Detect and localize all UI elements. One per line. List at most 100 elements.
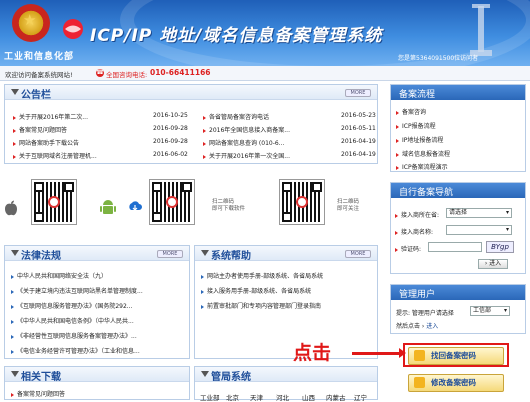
announcement-title: 公告栏	[21, 90, 51, 101]
list-item[interactable]: 《关于建立境内违法互联网站黑名单管理制度...	[11, 286, 143, 295]
click-annotation: 点击	[293, 342, 332, 364]
city-link[interactable]: 工业部	[200, 392, 220, 402]
edit-icon	[414, 377, 425, 388]
flow-title: 备案流程	[399, 90, 436, 100]
isp-province-label: 接入商所在省:	[395, 210, 439, 219]
city-link[interactable]: 山西	[302, 392, 315, 402]
self-nav-header: 自行备案导航	[391, 183, 525, 198]
help-header: 系统帮助 MORE	[195, 246, 377, 262]
list-date: 2016-04-19	[341, 151, 376, 158]
phone-number: 010-66411166	[150, 68, 211, 77]
monument-icon	[470, 4, 492, 56]
laws-panel: 法律法规 MORE 中华人民共和国网络安全法（九） 《关于建立境内违法互联网站黑…	[4, 245, 190, 359]
flow-item[interactable]: 备案咨询	[396, 107, 426, 116]
bureau-title: 管局系统	[211, 372, 251, 383]
announcement-panel: 公告栏 MORE 关于开展2016年第二次... 备案常见问题回答 网站备案助手…	[4, 84, 378, 164]
phone-label: 全国咨询电话:	[106, 71, 148, 79]
globe-icon	[63, 19, 83, 39]
flow-item[interactable]: IP地址报备流程	[396, 135, 443, 144]
list-item[interactable]: 中华人民共和国网络安全法（九）	[11, 271, 107, 280]
user-mgmt-select[interactable]: 工信部	[470, 306, 510, 316]
qr-download-label: 扫二维码 即可下载软件	[212, 199, 246, 212]
list-item[interactable]: 《中华人民共和国电信条例》（中华人民共...	[11, 316, 134, 325]
isp-name-label: 接入商名称:	[395, 227, 433, 236]
list-item[interactable]: 接入服务用手册-部级系统、各省局系统	[201, 286, 311, 295]
qr-code-follow	[279, 179, 325, 225]
downloads-panel: 相关下载 备案常见问题回答	[4, 366, 190, 400]
qr-code-ios	[31, 179, 77, 225]
list-item[interactable]: 关于开展2016年第二次...	[13, 112, 88, 121]
download-icon[interactable]	[128, 200, 142, 214]
chevron-down-icon	[11, 371, 19, 377]
list-item[interactable]: 备案常见问题回答	[11, 389, 65, 398]
chevron-down-icon	[201, 371, 209, 377]
flow-item[interactable]: 域名信息报备流程	[396, 149, 450, 158]
downloads-title: 相关下载	[21, 372, 61, 383]
list-item[interactable]: 2016年全国信息接入商备案...	[203, 125, 290, 134]
more-button[interactable]: MORE	[345, 250, 371, 258]
list-date: 2016-06-02	[153, 151, 188, 158]
city-link[interactable]: 天津	[250, 392, 263, 402]
laws-header: 法律法规 MORE	[5, 246, 189, 262]
list-item[interactable]: 各省管局备案咨询电话	[203, 112, 269, 121]
list-item[interactable]: 《互联网信息服务管理办法》(国务院292...	[11, 301, 133, 310]
more-button[interactable]: MORE	[157, 250, 183, 258]
list-item[interactable]: 《电信业务经营许可管理办法》（工业和信息...	[11, 346, 140, 355]
list-item[interactable]: 网站备案助手下载公告	[13, 138, 79, 147]
list-date: 2016-05-23	[341, 112, 376, 119]
help-title: 系统帮助	[211, 251, 251, 262]
list-item[interactable]: 网站主办者使用手册-部级系统、各省局系统	[201, 271, 323, 280]
site-title: ICP/IP 地址/域名信息备案管理系统	[90, 26, 383, 46]
user-mgmt-title: 管理用户	[399, 290, 436, 300]
captcha-label: 验证码:	[395, 244, 421, 253]
site-header: ★ 工业和信息化部 ICP/IP 地址/域名信息备案管理系统 您是第536409…	[0, 0, 530, 66]
list-item[interactable]: 关于互联网域名注册管理机...	[13, 151, 97, 160]
list-date: 2016-05-11	[341, 125, 376, 132]
captcha-image[interactable]: BYgp	[486, 241, 514, 253]
list-date: 2016-09-28	[153, 125, 188, 132]
downloads-header: 相关下载	[5, 367, 189, 383]
more-button[interactable]: MORE	[345, 89, 371, 97]
android-icon[interactable]	[100, 199, 116, 217]
flow-item[interactable]: ICP报备流程	[396, 121, 436, 130]
help-panel: 系统帮助 MORE 网站主办者使用手册-部级系统、各省局系统 接入服务用手册-部…	[194, 245, 378, 359]
then-click-text: 然后点击 › 进入	[396, 323, 439, 330]
laws-title: 法律法规	[21, 251, 61, 262]
change-password-button[interactable]: 修改备案密码	[408, 374, 504, 392]
bureau-header: 管局系统	[195, 367, 377, 383]
captcha-field[interactable]	[428, 242, 482, 252]
announcement-header: 公告栏 MORE	[5, 85, 377, 101]
city-link[interactable]: 辽宁	[354, 392, 367, 402]
welcome-bar: 欢迎访问备案系统网站! ☎ 全国咨询电话: 010-66411166	[0, 66, 530, 81]
city-link[interactable]: 内蒙古	[326, 392, 346, 402]
national-emblem-icon: ★	[12, 4, 50, 42]
flow-item[interactable]: ICP备案流程演示	[396, 162, 448, 171]
phone-icon: ☎	[96, 69, 104, 77]
chevron-down-icon	[201, 250, 209, 256]
list-item[interactable]: 关于开展2016年第一次全国...	[203, 151, 290, 160]
flow-header: 备案流程	[391, 85, 525, 100]
visitor-counter: 您是第5364091500位访问者	[398, 55, 479, 62]
list-item[interactable]: 网站备案信息查询 (010-6...	[203, 138, 284, 147]
arrow-right-icon	[352, 348, 406, 358]
list-item[interactable]: 前置审批部门和专项内容管理部门登录指南	[201, 301, 321, 310]
list-item[interactable]: 备案常见问题回答	[13, 125, 67, 134]
city-link[interactable]: 北京	[226, 392, 239, 402]
highlight-box	[403, 343, 509, 367]
apple-icon[interactable]	[4, 200, 18, 216]
enter-button[interactable]: › 进入	[478, 259, 508, 269]
list-item[interactable]: 《非经营性互联网信息服务备案管理办法》...	[11, 331, 137, 340]
qr-follow-label: 扫二维码 即可关注	[337, 199, 360, 212]
welcome-text: 欢迎访问备案系统网站!	[5, 71, 73, 79]
chevron-down-icon	[11, 89, 19, 95]
city-link[interactable]: 河北	[276, 392, 289, 402]
list-date: 2016-04-19	[341, 138, 376, 145]
list-date: 2016-10-25	[153, 112, 188, 119]
isp-name-select[interactable]	[446, 225, 512, 235]
user-mgmt-header: 管理用户	[391, 285, 525, 300]
user-mgmt-enter-link[interactable]: 进入	[426, 323, 438, 330]
self-nav-title: 自行备案导航	[399, 188, 454, 198]
ministry-name: 工业和信息化部	[4, 52, 75, 62]
list-date: 2016-09-28	[153, 138, 188, 145]
isp-province-select[interactable]: 请选择	[446, 208, 512, 218]
